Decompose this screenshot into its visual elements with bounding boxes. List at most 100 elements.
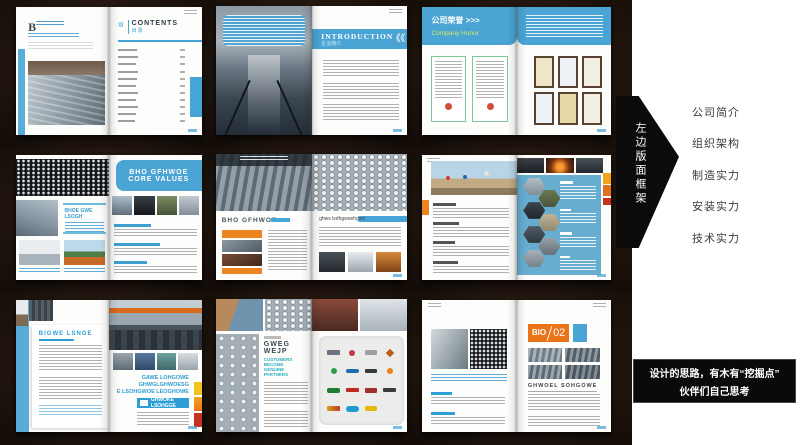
yellow-corner-square: [603, 173, 612, 184]
intro-overlay-textbox: [223, 15, 305, 46]
strength-photo-row: [113, 353, 199, 370]
page-partners-left: GWEG WEJP CUSTOMERS BECOME GENUINE PARTN…: [216, 299, 312, 432]
logo-badge: GHWOKE LSOHGGE: [137, 398, 189, 409]
value-section: [114, 243, 198, 258]
page-install-left: [422, 155, 517, 280]
brochure-grid-stage: B ))) CONTENTS 目录: [0, 0, 632, 445]
top-photo-strip-left: [216, 299, 312, 331]
page-number: [597, 274, 606, 277]
page-introduction: INTRODUCTION 企业简介 《《: [312, 6, 408, 135]
factory-aisle-photo: [348, 252, 373, 272]
partners-subtitle2: GENUINE PARTNERS: [264, 367, 308, 377]
intro-paragraph-1: [323, 60, 399, 78]
bio-paragraph-2: [528, 416, 600, 427]
bridge-photo: [112, 196, 132, 215]
crane-beam-orange: [109, 308, 202, 313]
note-line-1: 设计的思路，有木有“挖掘点”: [634, 365, 795, 380]
framed-certificate: [582, 92, 602, 125]
client-logo: [365, 406, 378, 411]
mfg-left-text: [268, 230, 307, 273]
page-honor-right: [517, 7, 612, 135]
page-strength-right: GAWE LOHGOWE GHWGLGHWOESG E LSOHGWOE LEO…: [109, 300, 202, 432]
floor-rail-left: [218, 80, 251, 135]
corrugated-photo: [29, 300, 53, 321]
thumb-introduction: INTRODUCTION 企业简介 《《: [208, 0, 413, 148]
color-squares-stack: [194, 382, 202, 427]
striped-steel-photo: [565, 365, 599, 379]
strength-small-text: [137, 412, 189, 425]
toc-row: [118, 56, 185, 58]
honor-title-en: Company Honor: [431, 30, 478, 37]
page-corner-mark: [428, 303, 441, 308]
contents-title-text: CONTENTS: [132, 20, 179, 27]
factory-aisle-light: [248, 55, 281, 135]
intro-paragraph-3: [323, 104, 399, 119]
client-logo: [346, 369, 359, 373]
photo-caption-light: [240, 156, 288, 161]
brand-subtext: [28, 33, 79, 38]
crane-photo: [16, 200, 58, 236]
client-logo: [365, 388, 378, 393]
client-logo: [387, 368, 393, 374]
mfg-right-heading: ghws lsdhgwoehgsw: [319, 216, 365, 222]
page-factory-photo: [216, 6, 312, 135]
pipe-yard-photo: [216, 154, 312, 211]
badge-text: GHWOKE LSOHGGE: [151, 397, 186, 409]
client-logo: [383, 388, 396, 392]
page-number: [188, 129, 197, 132]
client-logo: [327, 406, 340, 411]
bio-orange-block: BIO 02: [528, 324, 570, 342]
mfg-left-heading: BHO GFHWOE: [222, 217, 278, 224]
toc-row: [118, 63, 185, 65]
spread-cover-contents: B ))) CONTENTS 目录: [16, 7, 202, 135]
strength-text-card: BIGWE LSNGE: [32, 325, 109, 428]
spread-core-values: BHOE GWE LSOGH BHO GFHWOE CORE VALUES: [16, 155, 202, 280]
workers-photo: [431, 161, 517, 195]
mfg-right-text: [319, 227, 401, 247]
contents-title: CONTENTS 目录: [128, 20, 179, 34]
toc-row: [118, 92, 185, 94]
client-logo: [349, 350, 355, 356]
bio-blue-square: [573, 324, 587, 342]
warehouse-back: [28, 61, 105, 75]
toc-list: [118, 49, 185, 122]
partners-heading: GWEG WEJP: [264, 341, 308, 355]
steel-dark-photo: [517, 158, 545, 173]
blue-panel: [517, 175, 601, 275]
field-photo: [157, 196, 177, 215]
framed-certificate: [558, 56, 578, 89]
thumb-tech-strength: BIGWE LSNGE: [0, 293, 208, 445]
forge-fire-photo: [546, 158, 574, 173]
bio-slash: [547, 326, 553, 340]
page-corner-mark: [593, 303, 606, 308]
contents-subtitle: 目录: [132, 27, 179, 34]
page-honor-left: 公司荣誉 >>> Company Honor: [422, 7, 517, 135]
framed-certificate: [534, 56, 554, 89]
thumb-cover-contents: B ))) CONTENTS 目录: [0, 0, 208, 148]
page-mfg-right: ghws lsdhgwoehgsw: [312, 154, 408, 280]
bio-number: 02: [553, 327, 565, 339]
workers-plant-photo: [216, 299, 263, 331]
brand-tagline-lines: [36, 21, 64, 26]
client-logo-grid: [319, 336, 404, 425]
striped-steel-photo: [565, 348, 599, 362]
page-corner-mark: [184, 10, 197, 15]
bio-section: [431, 392, 505, 408]
coil-photo-warm: [222, 254, 262, 266]
page-number: [393, 129, 402, 132]
page-corner-mark: [389, 9, 402, 14]
bio-section: [431, 412, 505, 428]
page-values-left: BHOE GWE LSOGH: [16, 155, 109, 280]
orange-corner-square: [603, 185, 612, 196]
spread-company-honor: 公司荣誉 >>> Company Honor: [422, 7, 611, 135]
blue-line2: GHWGLGHWOESG: [117, 382, 189, 389]
page-partners-right: [312, 299, 408, 432]
spread-partners: GWEG WEJP CUSTOMERS BECOME GENUINE PARTN…: [216, 299, 407, 432]
mfg-photo-row: [319, 252, 401, 272]
client-logo: [331, 368, 337, 374]
toc-row: [118, 99, 185, 101]
certificate-seal: [445, 103, 452, 110]
blue-panel-text: [560, 181, 596, 270]
section-label-manufacturing: 制造实力: [692, 167, 740, 183]
install-text-column: [433, 203, 509, 274]
